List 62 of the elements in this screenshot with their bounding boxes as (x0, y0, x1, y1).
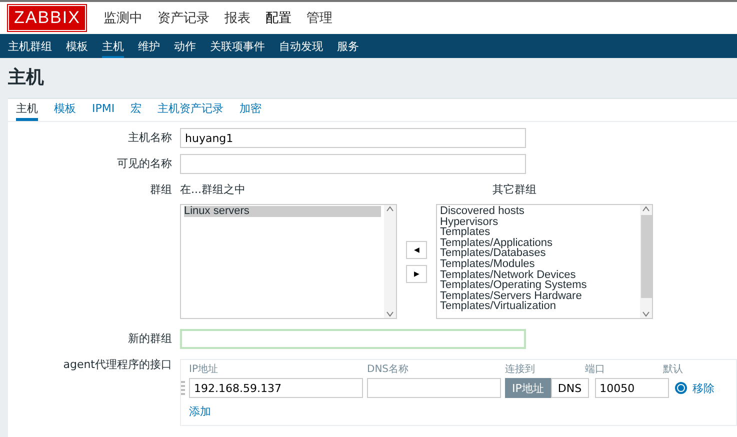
tab[interactable]: 模板 (54, 99, 76, 121)
field-label: 可见的名称 (116, 156, 173, 172)
list-option[interactable]: Templates/Databases (440, 248, 637, 259)
sub-menu-item[interactable]: 主机群组 (8, 34, 52, 58)
main-menu-item[interactable]: 资产记录 (157, 9, 210, 27)
field-label: agent代理程序的接口 (62, 357, 173, 373)
tab[interactable]: 主机资产记录 (158, 99, 224, 121)
list-label: 其它群组 (492, 182, 536, 198)
drag-handle-icon[interactable] (181, 381, 185, 395)
scroll-down-icon[interactable] (642, 310, 650, 318)
scroll-down-icon[interactable] (386, 310, 394, 318)
sub-menu-item[interactable]: 模板 (66, 34, 88, 58)
list-option[interactable]: Templates/Network Devices (440, 270, 637, 280)
column-header: 端口 (585, 362, 606, 377)
tab[interactable]: IPMI (92, 99, 115, 121)
list-option[interactable]: Templates/Operating Systems (440, 280, 637, 291)
column-header: DNS名称 (367, 363, 410, 377)
sub-menu-item[interactable]: 维护 (138, 34, 160, 58)
field-label: 新的群组 (127, 331, 173, 347)
sub-menu-item[interactable]: 服务 (337, 34, 359, 58)
sub-menu-item[interactable]: 关联项事件 (210, 34, 265, 58)
dns-name-field[interactable] (367, 378, 501, 398)
list-label: 在...群组之中 (180, 182, 246, 198)
scroll-up-icon[interactable] (386, 205, 394, 213)
ip-address-field[interactable]: 192.168.59.137 (189, 378, 363, 398)
visible-name-field[interactable] (180, 154, 526, 174)
add-link[interactable]: 添加 (189, 404, 211, 419)
main-menu-item[interactable]: 配置 (265, 9, 292, 27)
column-header: 连接到 (505, 362, 536, 377)
column-header: IP地址 (189, 362, 219, 377)
group-listbox[interactable]: Linux servers (180, 204, 397, 319)
tab[interactable]: 加密 (240, 99, 262, 121)
sub-menu-item[interactable]: 主机 (102, 34, 124, 58)
scrollbar-thumb[interactable] (640, 215, 652, 298)
default-radio[interactable] (674, 382, 687, 394)
group-listbox[interactable] (436, 204, 653, 319)
port-field[interactable]: 10050 (594, 378, 669, 398)
list-option[interactable]: Templates/Modules (440, 258, 637, 270)
sub-menu-item[interactable]: 动作 (174, 34, 196, 58)
new-group-field[interactable] (180, 329, 526, 349)
list-option[interactable]: Templates (440, 227, 637, 238)
field-label: 主机名称 (127, 130, 173, 146)
list-option[interactable]: Linux servers (184, 206, 381, 217)
column-header: 默认 (663, 363, 683, 377)
host-name-field[interactable]: huyang1 (180, 128, 526, 148)
tab[interactable]: 主机 (16, 99, 38, 121)
list-option[interactable]: Templates/Virtualization (440, 301, 637, 312)
list-option[interactable]: Templates/Applications (440, 238, 637, 248)
tab[interactable]: 宏 (130, 99, 142, 121)
sub-menu-item[interactable]: 自动发现 (279, 34, 323, 58)
list-option[interactable]: Discovered hosts (440, 206, 637, 217)
zabbix-logo[interactable]: ZABBIX (8, 5, 86, 31)
remove-link[interactable]: 移除 (692, 380, 715, 396)
list-option[interactable]: Hypervisors (440, 216, 637, 228)
main-menu-item[interactable]: 报表 (224, 9, 250, 27)
field-label: 群组 (149, 182, 173, 198)
connect-option[interactable]: DNS (550, 378, 589, 398)
main-menu-item[interactable]: 管理 (306, 9, 332, 27)
list-option[interactable]: Templates/Servers Hardware (440, 290, 637, 302)
page-title: 主机 (7, 66, 45, 90)
main-menu-item[interactable]: 监测中 (103, 9, 142, 27)
scroll-up-icon[interactable] (642, 205, 650, 213)
